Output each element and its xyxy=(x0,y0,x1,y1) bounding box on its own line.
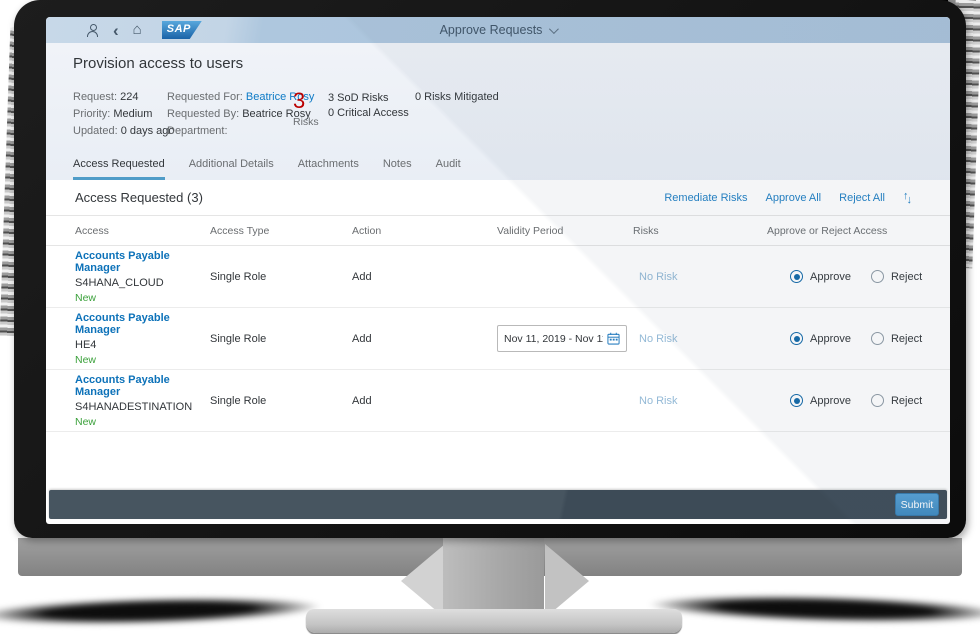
sort-icon[interactable]: ↑↓ xyxy=(903,190,912,206)
status-badge: New xyxy=(75,291,97,304)
app-title: Approve Requests xyxy=(439,23,543,37)
approve-label: Approve xyxy=(810,332,851,345)
approve-label: Approve xyxy=(810,394,851,407)
validity-cell: Nov 11, 2019 - Nov 11, 2... xyxy=(497,325,633,352)
priority-field: Priority: Medium xyxy=(73,108,153,120)
submit-button[interactable]: Submit xyxy=(895,493,939,516)
remediate-risks-link[interactable]: Remediate Risks xyxy=(664,192,747,204)
page-title: Provision access to users xyxy=(73,55,244,72)
department-field: Department: xyxy=(167,125,228,137)
sod-risks-text: 3 SoD Risks xyxy=(328,92,389,104)
status-badge: New xyxy=(75,415,97,428)
risk-cell[interactable]: No Risk xyxy=(633,333,767,345)
approve-radio[interactable] xyxy=(790,270,803,283)
approve-radio[interactable] xyxy=(790,394,803,407)
decision-cell: Approve Reject xyxy=(767,394,950,407)
monitor-mockup: ‹ ⌂ SAP Approve Requests Provision acces… xyxy=(0,0,980,634)
approve-label: Approve xyxy=(810,270,851,283)
action-cell: Add xyxy=(352,394,372,407)
tab-additional-details[interactable]: Additional Details xyxy=(189,158,274,180)
action-cell: Add xyxy=(352,332,372,345)
risk-count-number: 3 xyxy=(293,88,306,113)
col-action: Action xyxy=(352,224,382,237)
chevron-down-icon xyxy=(549,23,560,34)
role-link[interactable]: Accounts Payable Manager xyxy=(75,250,210,274)
table-row: Accounts Payable Manager S4HANA_CLOUD Ne… xyxy=(46,246,950,308)
reject-radio[interactable] xyxy=(870,270,884,283)
table-title: Access Requested (3) xyxy=(75,190,203,205)
role-link[interactable]: Accounts Payable Manager xyxy=(75,374,210,398)
col-access-type: Access Type xyxy=(210,224,270,237)
table-row: Accounts Payable Manager HE4 New Single … xyxy=(46,308,950,370)
tab-strip: Access Requested Additional Details Atta… xyxy=(46,158,950,180)
status-badge: New xyxy=(75,353,97,366)
tab-attachments[interactable]: Attachments xyxy=(298,158,359,180)
col-validity-period: Validity Period xyxy=(497,224,564,237)
decision-cell: Approve Reject xyxy=(767,270,950,283)
request-field: Request: 224 xyxy=(73,91,139,103)
ground-shadow-right xyxy=(647,591,980,627)
risks-mitigated-text: 0 Risks Mitigated xyxy=(415,91,499,103)
tab-audit[interactable]: Audit xyxy=(436,158,461,180)
object-header: Provision access to users Request: 224 P… xyxy=(46,43,950,180)
system-name: S4HANADESTINATION xyxy=(75,400,193,413)
validity-date-input[interactable]: Nov 11, 2019 - Nov 11, 2... xyxy=(497,325,627,352)
calendar-icon[interactable] xyxy=(607,332,620,345)
ground-shadow-left xyxy=(0,593,323,629)
table-row: Accounts Payable Manager S4HANADESTINATI… xyxy=(46,370,950,432)
risk-cell[interactable]: No Risk xyxy=(633,271,767,283)
header-info-row: Request: 224 Priority: Medium Updated: 0… xyxy=(46,89,950,140)
stand-wing-right xyxy=(545,544,589,618)
access-type-cell: Single Role xyxy=(210,394,267,407)
requested-by-field: Requested By: Beatrice Rosy xyxy=(167,108,311,120)
system-name: HE4 xyxy=(75,338,97,351)
risk-cell[interactable]: No Risk xyxy=(633,395,767,407)
reject-label: Reject xyxy=(890,332,923,345)
approve-radio[interactable] xyxy=(790,332,803,345)
shell-bar: ‹ ⌂ SAP Approve Requests xyxy=(46,17,950,43)
monitor-stand-neck xyxy=(443,538,544,618)
table-toolbar: Access Requested (3) Remediate Risks App… xyxy=(46,180,950,216)
tab-access-requested[interactable]: Access Requested xyxy=(73,158,165,180)
access-type-cell: Single Role xyxy=(210,332,267,345)
col-access: Access xyxy=(75,224,109,237)
critical-access-text: 0 Critical Access xyxy=(328,107,409,119)
col-approve-reject: Approve or Reject Access xyxy=(767,224,888,237)
table-section: Access Requested (3) Remediate Risks App… xyxy=(46,180,950,432)
decision-cell: Approve Reject xyxy=(767,332,950,345)
access-type-cell: Single Role xyxy=(210,270,267,283)
risk-summary: 3 SoD Risks 0 Critical Access xyxy=(328,91,413,121)
reject-radio[interactable] xyxy=(870,394,884,407)
monitor-bezel: ‹ ⌂ SAP Approve Requests Provision acces… xyxy=(14,0,966,538)
action-cell: Add xyxy=(352,270,372,283)
system-name: S4HANA_CLOUD xyxy=(75,276,164,289)
screen: ‹ ⌂ SAP Approve Requests Provision acces… xyxy=(46,17,950,524)
tab-notes[interactable]: Notes xyxy=(383,158,412,180)
reject-label: Reject xyxy=(890,270,923,283)
reject-label: Reject xyxy=(890,394,923,407)
reject-all-link[interactable]: Reject All xyxy=(839,192,885,204)
monitor-stand-base xyxy=(306,609,682,633)
footer-bar: Submit xyxy=(49,490,947,519)
role-link[interactable]: Accounts Payable Manager xyxy=(75,312,210,336)
reject-radio[interactable] xyxy=(870,332,884,345)
requested-for-field: Requested For: Beatrice Rosy xyxy=(167,91,315,103)
updated-field: Updated: 0 days ago xyxy=(73,125,175,137)
col-risks: Risks xyxy=(633,224,659,237)
validity-date-value: Nov 11, 2019 - Nov 11, 2... xyxy=(504,332,603,345)
app-title-menu[interactable]: Approve Requests xyxy=(46,17,950,43)
stand-wing-left xyxy=(401,544,445,618)
approve-all-link[interactable]: Approve All xyxy=(765,192,821,204)
table-header-row: Access Access Type Action Validity Perio… xyxy=(46,216,950,246)
risk-count: 3 Risks xyxy=(293,88,328,129)
risk-count-caption: Risks xyxy=(293,116,319,128)
